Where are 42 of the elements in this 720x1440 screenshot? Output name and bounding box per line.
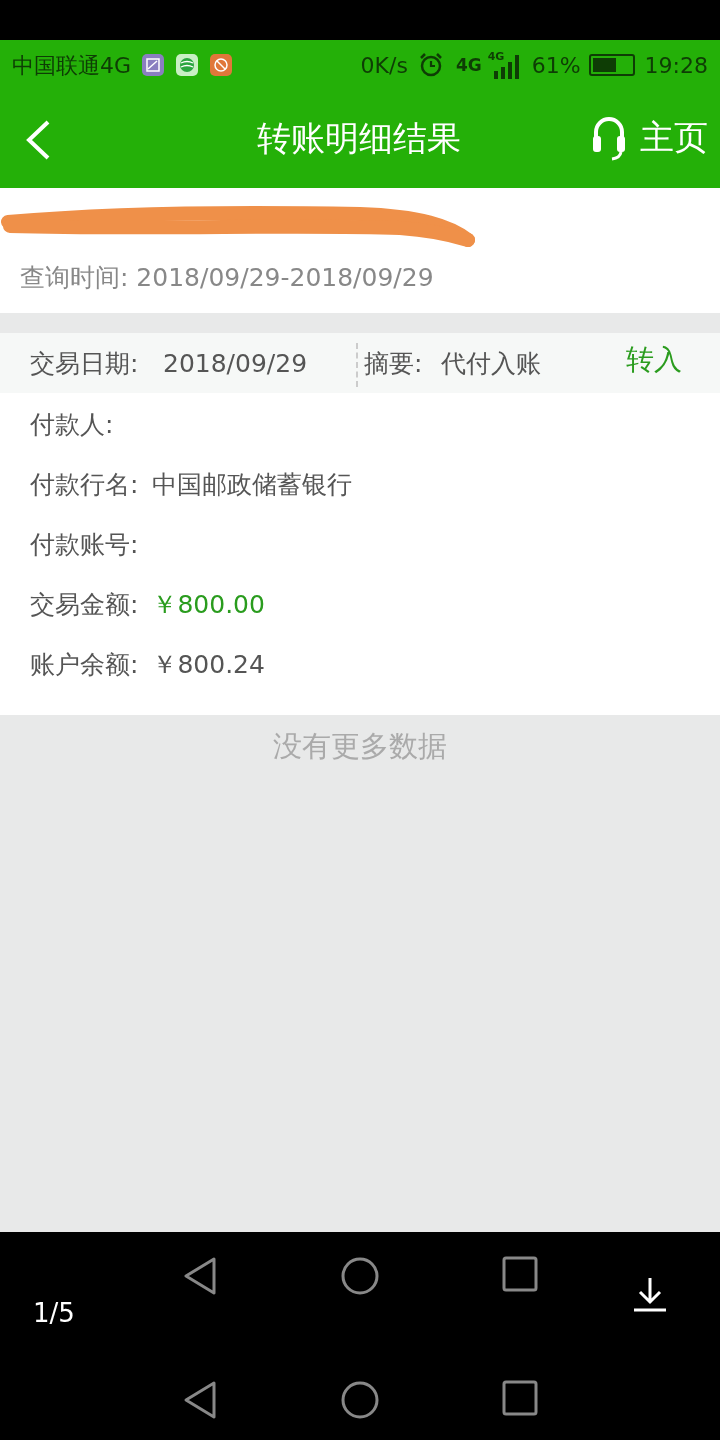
field-label: 付款账号: — [30, 529, 139, 562]
date-label: 交易日期: — [30, 348, 139, 380]
home-button[interactable]: 主页 — [590, 112, 708, 162]
field-label: 付款人: — [30, 409, 114, 442]
summary-label: 摘要: — [364, 348, 423, 380]
field-value: ￥800.24 — [152, 649, 265, 682]
no-more-data-text: 没有更多数据 — [272, 728, 448, 765]
carrier-name: 中国联通4G — [12, 51, 132, 80]
network-type: 4G — [455, 56, 482, 74]
globe-app-icon — [175, 53, 200, 77]
network-speed: 0K/s — [360, 51, 408, 80]
download-icon — [632, 1276, 668, 1312]
field-label: 交易金额: — [30, 589, 139, 622]
recents-nav-button[interactable] — [502, 1256, 538, 1292]
back-nav-button[interactable] — [182, 1380, 218, 1420]
page-counter: 1/5 — [33, 1297, 75, 1330]
field-label: 付款行名: — [30, 469, 139, 502]
signal-network-label: 4G — [487, 51, 505, 62]
field-label: 账户余额: — [30, 649, 139, 682]
triangle-icon — [182, 1256, 218, 1296]
query-time-text: 查询时间: 2018/09/29-2018/09/29 — [20, 262, 434, 294]
home-nav-button[interactable] — [340, 1256, 380, 1296]
gallery-icon — [141, 53, 166, 77]
recents-nav-button[interactable] — [502, 1380, 538, 1416]
page-title: 转账明细结果 — [257, 117, 461, 160]
square-icon — [502, 1256, 538, 1292]
clock-time: 19:28 — [644, 51, 708, 80]
summary-value: 代付入账 — [441, 348, 541, 380]
app-notification-icon — [209, 53, 234, 77]
square-icon — [502, 1380, 538, 1416]
battery-icon — [588, 54, 635, 76]
home-nav-button[interactable] — [340, 1380, 380, 1420]
field-value: ￥800.00 — [152, 589, 265, 622]
triangle-icon — [182, 1380, 218, 1420]
field-value: 中国邮政储蓄银行 — [152, 469, 353, 502]
circle-icon — [340, 1380, 380, 1420]
circle-icon — [340, 1256, 380, 1296]
back-nav-button[interactable] — [182, 1256, 218, 1296]
battery-percent: 61% — [531, 51, 581, 80]
transaction-date: 2018/09/29 — [163, 348, 308, 380]
direction-label: 转入 — [626, 342, 682, 378]
download-button[interactable] — [632, 1276, 668, 1312]
